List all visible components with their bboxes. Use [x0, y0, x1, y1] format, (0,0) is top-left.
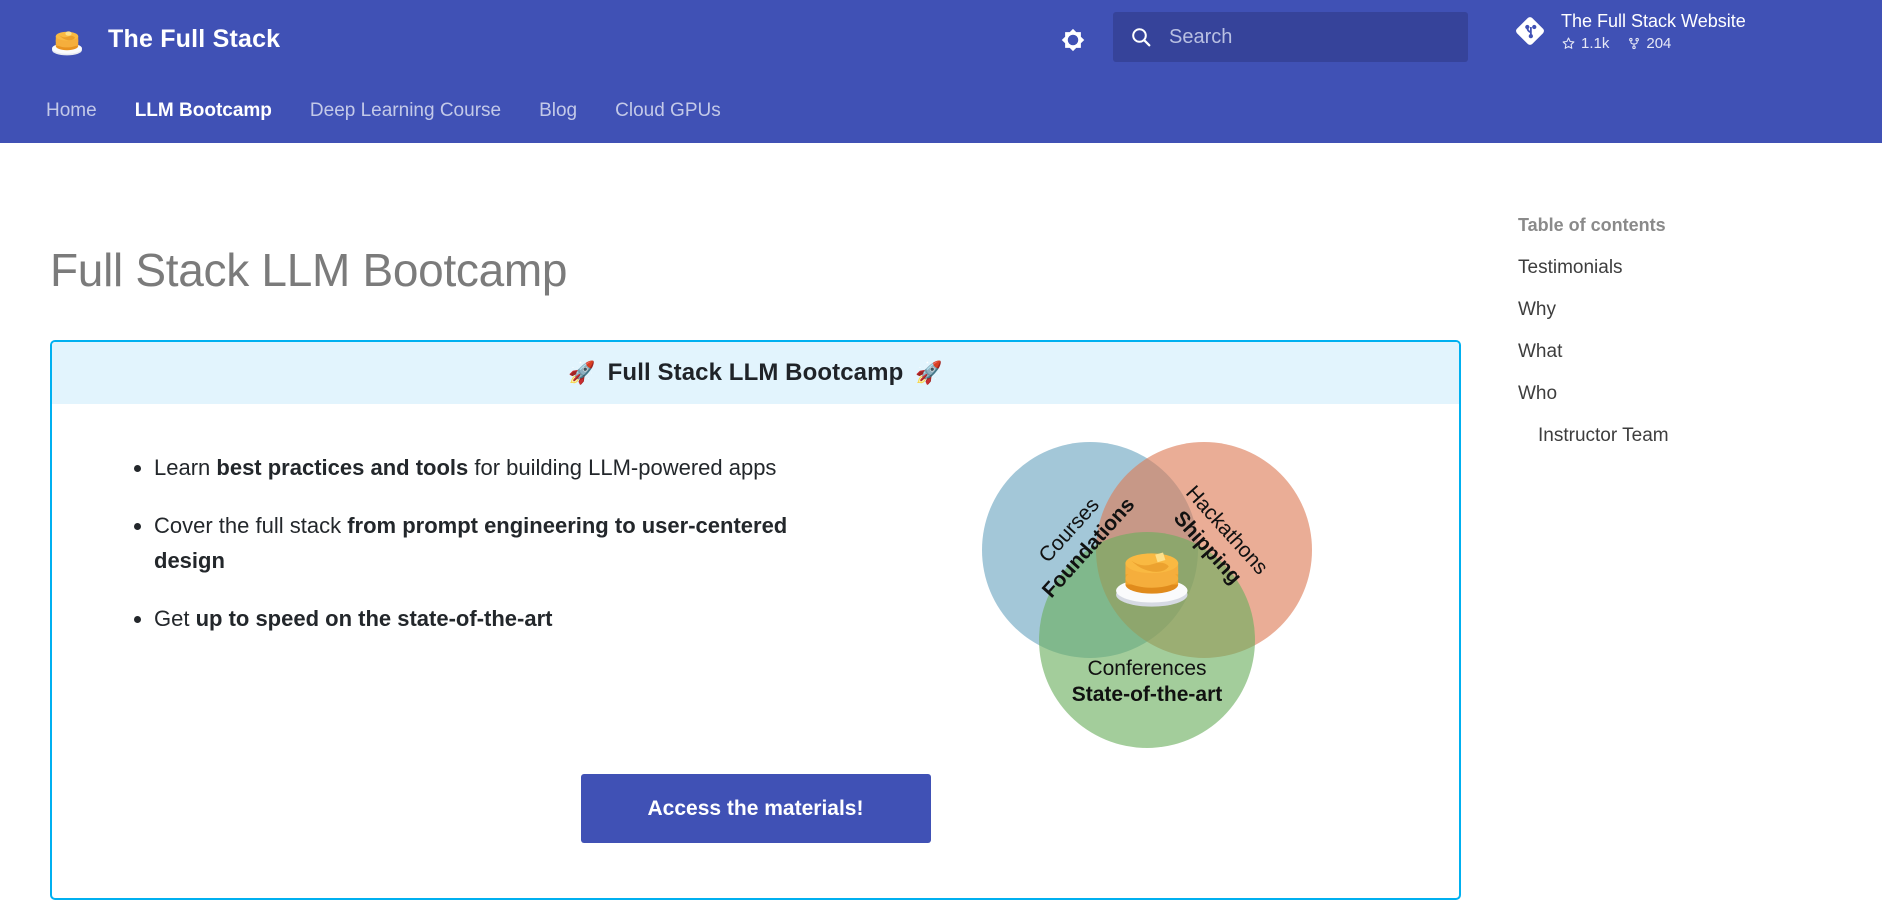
header-top-bar: The Full Stack: [0, 0, 1882, 79]
site-title[interactable]: The Full Stack: [108, 25, 280, 54]
pancake-stack-icon-svg: [49, 22, 85, 58]
search-input[interactable]: [1167, 25, 1452, 50]
venn-diagram: Courses Foundations Hackathons Shipping …: [972, 432, 1312, 752]
brightness-sun-icon[interactable]: [1052, 19, 1094, 61]
bullet-text-post: for building LLM-powered apps: [468, 455, 776, 480]
repo-stats: 1.1k 204: [1561, 35, 1746, 52]
feature-bullet-list: Learn best practices and tools for build…: [52, 428, 792, 659]
git-repo-icon-svg: [1513, 14, 1547, 48]
list-item: Cover the full stack from prompt enginee…: [154, 508, 792, 579]
bullet-text-pre: Learn: [154, 455, 216, 480]
nav-item-deep-learning-course[interactable]: Deep Learning Course: [310, 100, 501, 122]
access-materials-button[interactable]: Access the materials!: [581, 774, 931, 843]
repo-text: The Full Stack Website 1.1k: [1561, 11, 1746, 52]
venn-diagram-svg: Courses Foundations Hackathons Shipping …: [972, 432, 1312, 752]
star-icon: [1561, 36, 1576, 51]
pancake-stack-icon[interactable]: [46, 19, 88, 61]
repo-stars: 1.1k: [1561, 35, 1609, 52]
venn-center-pancake-stack-icon: [1116, 553, 1187, 607]
main-nav: Home LLM Bootcamp Deep Learning Course B…: [0, 79, 1882, 143]
card-header: 🚀 Full Stack LLM Bootcamp 🚀: [52, 342, 1459, 404]
nav-item-home[interactable]: Home: [46, 100, 97, 122]
toc-item-what[interactable]: What: [1518, 341, 1838, 363]
rocket-icon-left: 🚀: [568, 360, 595, 386]
fork-icon: [1627, 36, 1641, 51]
toc-item-testimonials[interactable]: Testimonials: [1518, 257, 1838, 279]
toc-item-why[interactable]: Why: [1518, 299, 1838, 321]
repo-fork-count: 204: [1646, 35, 1671, 52]
page-title: Full Stack LLM Bootcamp: [50, 243, 567, 297]
card-body: Learn best practices and tools for build…: [52, 404, 1459, 659]
repo-link[interactable]: The Full Stack Website 1.1k: [1513, 11, 1746, 52]
brightness-sun-icon-svg: [1058, 25, 1088, 55]
list-item: Get up to speed on the state-of-the-art: [154, 601, 792, 637]
repo-name: The Full Stack Website: [1561, 11, 1746, 32]
toc-item-instructor-team[interactable]: Instructor Team: [1518, 425, 1838, 447]
search-icon-svg: [1129, 25, 1153, 49]
table-of-contents: Table of contents Testimonials Why What …: [1518, 215, 1838, 467]
card-header-title: Full Stack LLM Bootcamp: [608, 359, 904, 387]
search-icon: [1129, 25, 1153, 49]
cta-container: Access the materials!: [52, 774, 1459, 843]
toc-title: Table of contents: [1518, 215, 1838, 236]
search-box[interactable]: [1113, 12, 1468, 62]
bullet-text-bold: up to speed on the state-of-the-art: [196, 606, 553, 631]
nav-item-blog[interactable]: Blog: [539, 100, 577, 122]
nav-item-cloud-gpus[interactable]: Cloud GPUs: [615, 100, 721, 122]
bullet-text-pre: Cover the full stack: [154, 513, 347, 538]
repo-star-count: 1.1k: [1581, 35, 1609, 52]
venn-label-conferences-subtitle: State-of-the-art: [1072, 683, 1223, 706]
toc-item-who[interactable]: Who: [1518, 383, 1838, 405]
repo-forks: 204: [1627, 35, 1671, 52]
bootcamp-card: 🚀 Full Stack LLM Bootcamp 🚀 Learn best p…: [50, 340, 1461, 900]
bullet-text-pre: Get: [154, 606, 196, 631]
git-repo-icon: [1513, 14, 1547, 48]
venn-label-conferences-title: Conferences: [1087, 657, 1206, 680]
site-header: The Full Stack: [0, 0, 1882, 143]
nav-item-llm-bootcamp[interactable]: LLM Bootcamp: [135, 100, 272, 122]
list-item: Learn best practices and tools for build…: [154, 450, 792, 486]
bullet-text-bold: best practices and tools: [216, 455, 468, 480]
rocket-icon-right: 🚀: [915, 360, 942, 386]
